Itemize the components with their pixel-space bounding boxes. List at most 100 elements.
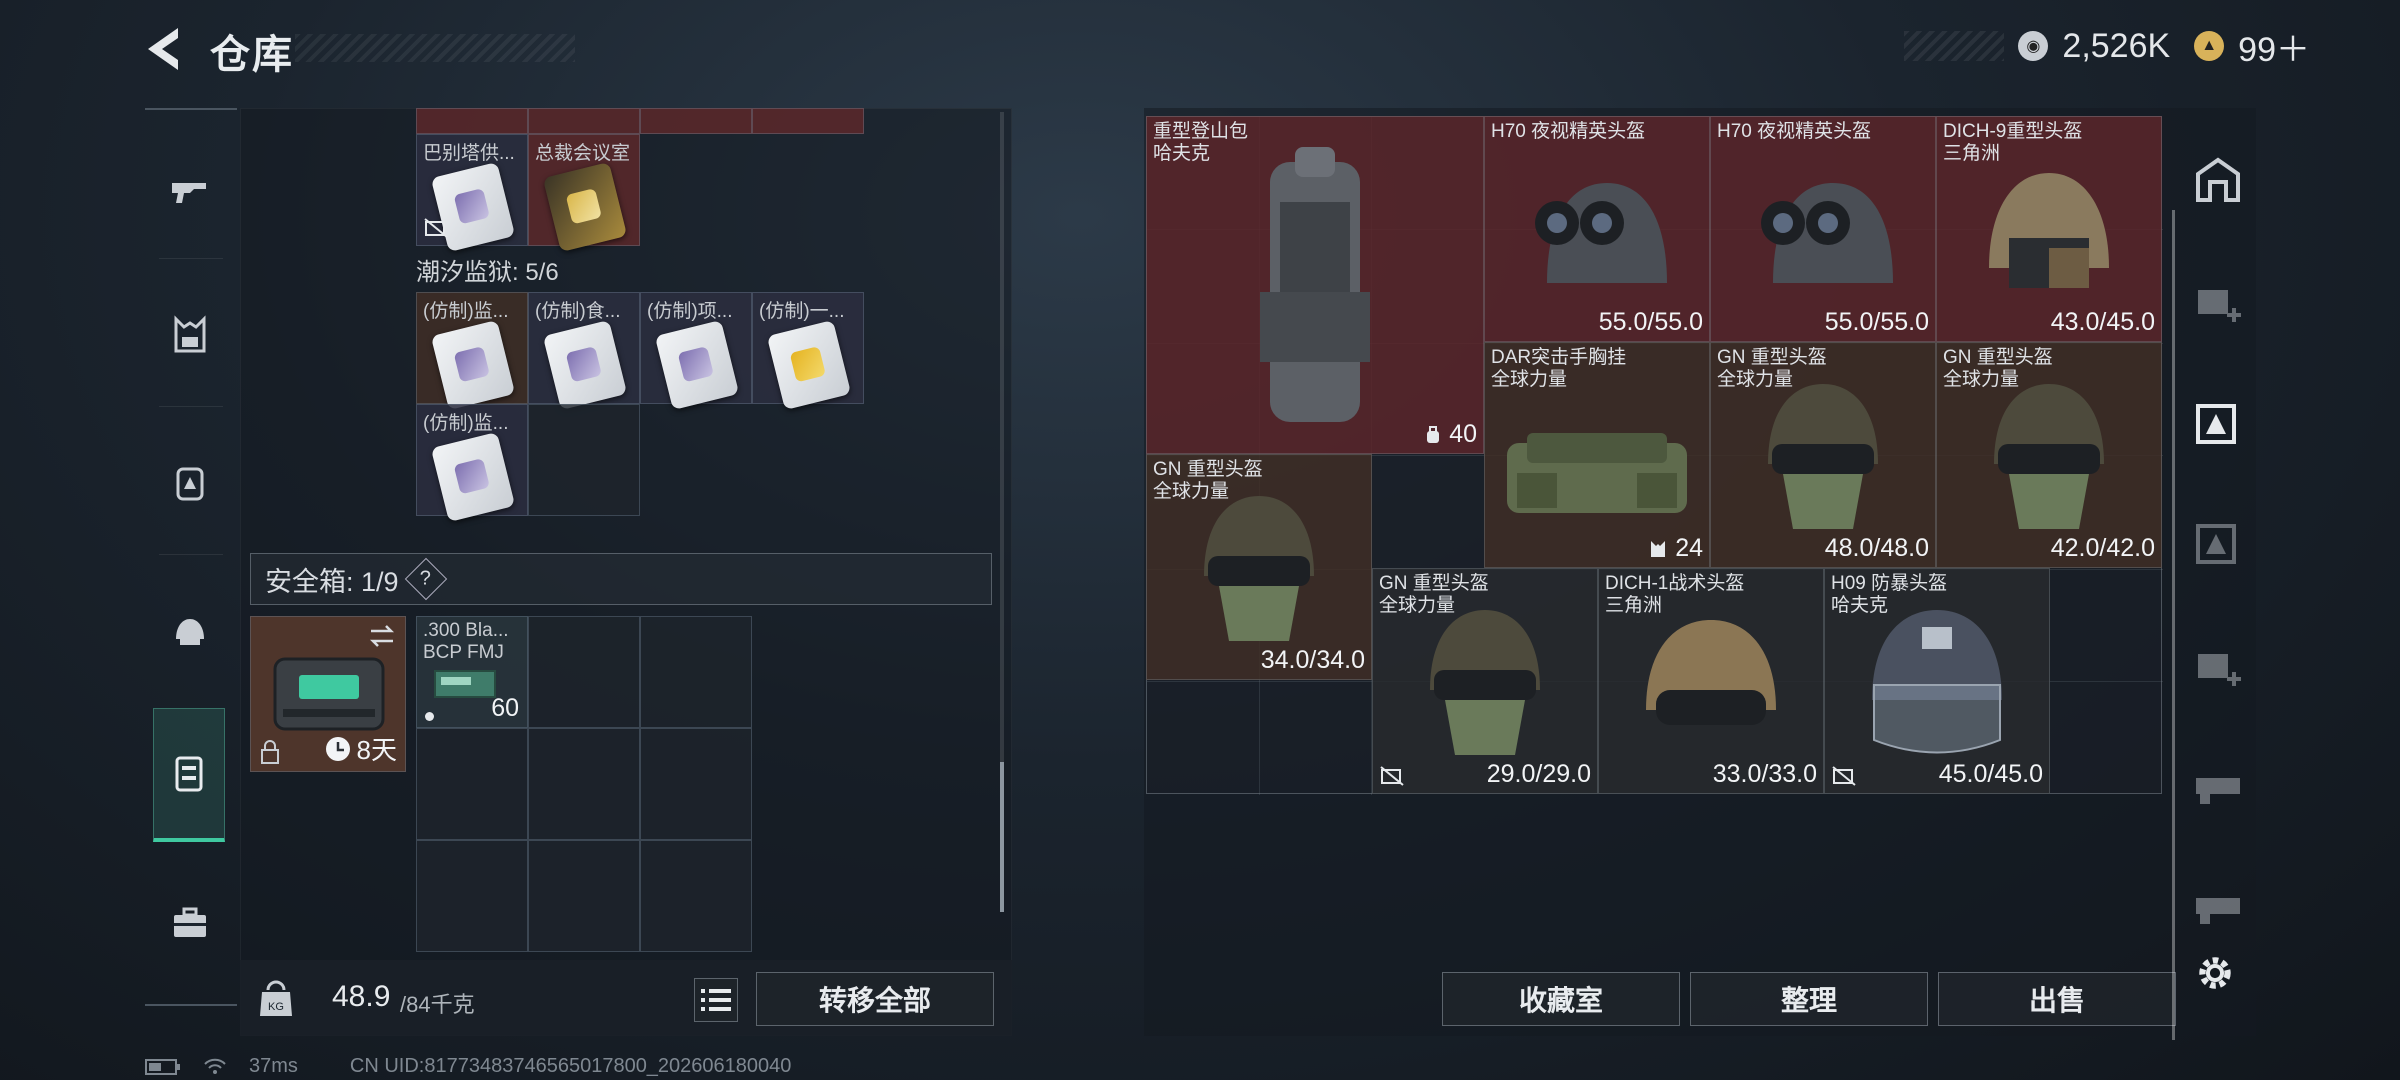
ticket-icon: ▲ [2194, 31, 2225, 61]
empty-slot[interactable] [528, 728, 640, 840]
coin-value: 2,526K [2062, 26, 2171, 65]
backpack-icon [176, 467, 204, 501]
sort-button[interactable]: 整理 [1690, 972, 1928, 1026]
gun-icon [172, 183, 206, 203]
helmet-icon [176, 619, 204, 645]
stash-page-ext-3[interactable] [2186, 512, 2250, 576]
weight-value: 48.9 [332, 980, 391, 1013]
stash-page-ext-2[interactable] [2186, 392, 2250, 456]
vest-small-icon [1651, 541, 1666, 558]
sidebar-helmets[interactable] [155, 596, 225, 666]
status-bar: 37ms CN UID:8177348374656501780​0_202606… [145, 1055, 791, 1078]
keycard-icon [654, 319, 740, 411]
battery-icon [145, 1058, 180, 1075]
helmet-icon [1535, 183, 1667, 284]
stash-page-ext-4[interactable] [2186, 632, 2250, 696]
safe-case-icon [273, 657, 385, 731]
item-helmet[interactable]: GN 重型头盔 全球力量 48.0/48.0 [1710, 342, 1936, 568]
left-scrollbar[interactable] [1000, 112, 1004, 912]
empty-slot[interactable] [640, 728, 752, 840]
item-helmet[interactable]: GN 重型头盔 全球力量 42.0/42.0 [1936, 342, 2162, 568]
stash-page-ext-1[interactable] [2186, 268, 2250, 332]
item-cell[interactable] [640, 108, 752, 134]
weight-bar: KG 48.9 /84千克 转移全部 [240, 960, 1012, 1036]
item-cell-keycard[interactable]: (仿制)一... [752, 292, 864, 411]
no-trade-icon [424, 218, 448, 238]
sidebar-vests[interactable] [155, 300, 225, 370]
currency-display: ◉ 2,526K ▲ 99＋ [1904, 26, 2310, 69]
item-cell-keycard[interactable]: (仿制)监... [416, 404, 528, 523]
keycard-icon [542, 319, 628, 411]
empty-slot[interactable] [640, 840, 752, 952]
ammo-item[interactable]: .300 Bla... BCP FMJ 60 [416, 616, 528, 728]
helmet-icon [1204, 496, 1314, 642]
item-helmet[interactable]: DICH-9重型头盔 三角洲 43.0/45.0 [1936, 116, 2162, 342]
coin-icon: ◉ [2018, 31, 2049, 61]
safe-case-item[interactable]: 8天 [250, 616, 406, 772]
lock-icon [261, 740, 279, 764]
title-decoration [295, 34, 575, 62]
keycard-icon [542, 161, 628, 253]
item-cell-keycard[interactable]: 巴别塔供... [416, 134, 528, 253]
item-cell-keycard[interactable]: 总裁会议室 [528, 134, 640, 253]
stash-page-ext-5[interactable] [2186, 752, 2250, 816]
list-view-button[interactable] [694, 978, 738, 1022]
item-backpack[interactable]: 重型登山包 哈夫克 40 [1146, 116, 1484, 454]
add-case-icon [2198, 290, 2241, 322]
ping-value: 37ms [249, 1055, 298, 1077]
weight-icon: KG [260, 980, 292, 1016]
page-title: 仓库 [210, 33, 294, 77]
item-chest-rig[interactable]: DAR突击手胸挂 全球力量 24 [1484, 342, 1710, 568]
item-cell[interactable] [416, 108, 528, 134]
stash-page-main[interactable] [2186, 148, 2250, 212]
capacity-icon [1427, 426, 1440, 444]
empty-slot[interactable] [416, 728, 528, 840]
help-button[interactable]: ? [404, 557, 447, 601]
case-timer: 8天 [356, 735, 397, 765]
add-case-icon [2198, 654, 2241, 686]
no-trade-icon [1832, 766, 1856, 786]
item-cell[interactable] [528, 108, 640, 134]
item-cell-keycard[interactable]: (仿制)食... [528, 292, 640, 411]
clock-icon [325, 736, 350, 761]
vest-icon [174, 315, 206, 353]
item-helmet[interactable]: DICH-1战术头盔 三角洲 33.0/33.0 [1598, 568, 1824, 794]
vest-icon [1507, 432, 1687, 513]
item-helmet[interactable]: H70 夜视精英头盔 55.0/55.0 [1484, 116, 1710, 342]
safebox-label: 安全箱: 1/9 [265, 566, 399, 597]
item-helmet[interactable]: H09 防暴头盔 哈夫克 45.0/45.0 [1824, 568, 2050, 794]
sidebar-backpacks[interactable] [155, 448, 225, 518]
case-layer-icon [2196, 524, 2236, 564]
keycard-icon [430, 319, 516, 411]
empty-slot[interactable] [528, 616, 640, 728]
category-sidebar [145, 108, 237, 1008]
safebox-header: 安全箱: 1/9 ? [250, 553, 992, 605]
empty-slot[interactable] [528, 840, 640, 952]
item-cell[interactable] [752, 108, 864, 134]
empty-slot[interactable] [528, 404, 640, 516]
sidebar-safebox[interactable] [153, 708, 225, 842]
empty-slot[interactable] [416, 840, 528, 952]
item-helmet[interactable]: GN 重型头盔 全球力量 29.0/29.0 [1372, 568, 1598, 794]
toolbox-icon [174, 907, 206, 937]
sidebar-weapons[interactable] [155, 156, 225, 226]
back-arrow-icon [148, 28, 178, 70]
item-cell-keycard[interactable]: (仿制)监... [416, 292, 528, 411]
collection-room-button[interactable]: 收藏室 [1442, 972, 1680, 1026]
case-layer-icon [2196, 404, 2236, 444]
settings-button[interactable] [2188, 946, 2242, 1000]
helmet-icon [1646, 620, 1776, 726]
gun-case-icon [2196, 898, 2240, 924]
back-button[interactable] [140, 24, 190, 74]
item-helmet[interactable]: H70 夜视精英头盔 55.0/55.0 [1710, 116, 1936, 342]
transfer-all-button[interactable]: 转移全部 [756, 972, 994, 1026]
sidebar-toolbox[interactable] [155, 888, 225, 958]
empty-slot[interactable] [640, 616, 752, 728]
item-helmet[interactable]: GN 重型头盔 全球力量 34.0/34.0 [1146, 454, 1372, 680]
sell-button[interactable]: 出售 [1938, 972, 2176, 1026]
svg-text:KG: KG [268, 1001, 284, 1013]
gun-case-icon [2196, 778, 2240, 804]
ammo-count: 60 [491, 694, 519, 722]
stash-page-ext-6[interactable] [2186, 872, 2250, 936]
item-cell-keycard[interactable]: (仿制)项... [640, 292, 752, 411]
